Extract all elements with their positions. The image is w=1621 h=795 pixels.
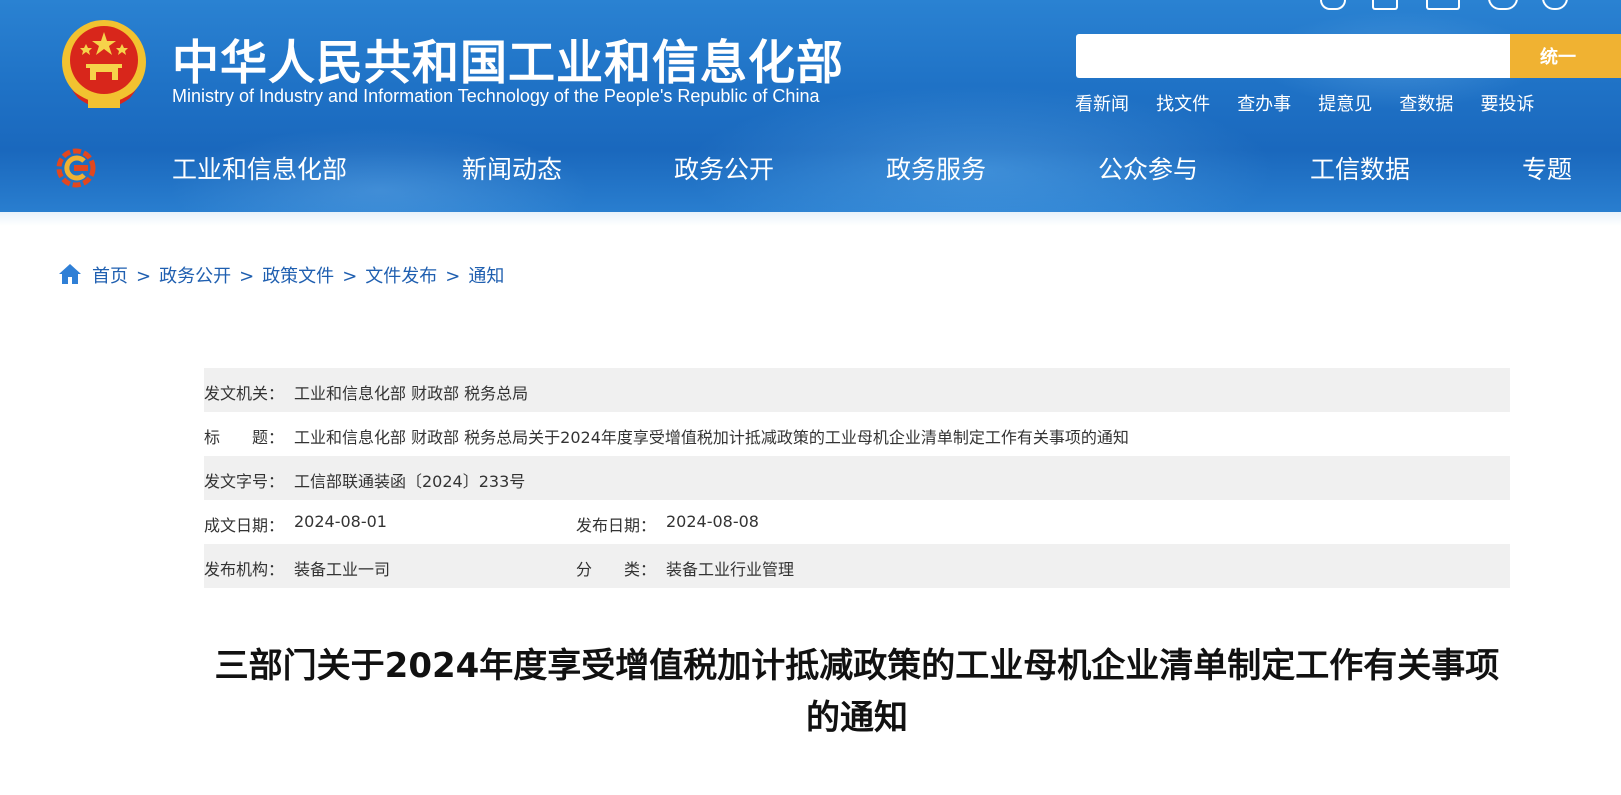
- category-value: 装备工业行业管理: [666, 560, 795, 579]
- site-title: 中华人民共和国工业和信息化部: [172, 36, 844, 91]
- doc-number-value: 工信部联通装函〔2024〕233号: [294, 472, 526, 491]
- publish-date-value: 2024-08-08: [666, 512, 759, 531]
- top-toolbar: [1320, 0, 1621, 10]
- written-date-label: 成文日期：: [204, 516, 285, 535]
- publish-date-label: 发布日期：: [576, 516, 657, 535]
- breadcrumb: 首页 > 政务公开 > 政策文件 > 文件发布 > 通知: [58, 262, 504, 288]
- quick-link-complaint[interactable]: 要投诉: [1480, 94, 1534, 115]
- nav-item-participation[interactable]: 公众参与: [1098, 150, 1198, 186]
- metadata-row-title: 标 题： 工业和信息化部 财政部 税务总局关于2024年度享受增值税加计抵减政策…: [204, 412, 1510, 456]
- site-subtitle: Ministry of Industry and Information Tec…: [172, 86, 820, 106]
- quick-links: 看新闻 找文件 查办事 提意见 查数据 要投诉: [1075, 90, 1556, 116]
- site-header: 中华人民共和国工业和信息化部 Ministry of Industry and …: [0, 0, 1621, 215]
- article-title: 三部门关于2024年度享受增值税加计抵减政策的工业母机企业清单制定工作有关事项的…: [214, 646, 1500, 738]
- home-icon[interactable]: [58, 263, 82, 285]
- written-date-value: 2024-08-01: [294, 512, 387, 531]
- breadcrumb-notice[interactable]: 通知: [468, 266, 504, 287]
- nav-item-data[interactable]: 工信数据: [1310, 150, 1410, 186]
- agency-value: 装备工业一司: [294, 560, 391, 579]
- nav-item-disclosure[interactable]: 政务公开: [674, 150, 774, 186]
- breadcrumb-separator: >: [342, 266, 358, 287]
- quick-link-news[interactable]: 看新闻: [1075, 94, 1129, 115]
- nav-item-news[interactable]: 新闻动态: [462, 150, 562, 186]
- main-nav: 工业和信息化部 新闻动态 政务公开 政务服务 公众参与 工信数据 专题: [0, 150, 1621, 190]
- doc-number-label: 发文字号：: [204, 472, 285, 491]
- nav-item-services[interactable]: 政务服务: [886, 150, 986, 186]
- issuer-value: 工业和信息化部 财政部 税务总局: [294, 384, 529, 403]
- metadata-row-dates: 成文日期： 2024-08-01 发布日期： 2024-08-08: [204, 500, 1510, 544]
- nav-item-ministry[interactable]: 工业和信息化部: [172, 150, 347, 186]
- metadata-row-issuer: 发文机关： 工业和信息化部 财政部 税务总局: [204, 368, 1510, 412]
- accessibility-icon[interactable]: [1542, 0, 1568, 10]
- breadcrumb-separator: >: [239, 266, 255, 287]
- quick-link-feedback[interactable]: 提意见: [1318, 94, 1372, 115]
- quick-link-data[interactable]: 查数据: [1399, 94, 1453, 115]
- nav-item-topics[interactable]: 专题: [1522, 150, 1572, 186]
- metadata-row-doc-number: 发文字号： 工信部联通装函〔2024〕233号: [204, 456, 1510, 500]
- category-label: 分 类：: [576, 560, 657, 579]
- title-label: 标 题：: [204, 428, 285, 447]
- metadata-row-agency: 发布机构： 装备工业一司 分 类： 装备工业行业管理: [204, 544, 1510, 588]
- national-emblem-icon: [62, 20, 146, 108]
- mail-icon[interactable]: [1426, 0, 1460, 10]
- user-icon[interactable]: [1320, 0, 1346, 10]
- breadcrumb-separator: >: [136, 266, 152, 287]
- breadcrumb-separator: >: [445, 266, 461, 287]
- agency-label: 发布机构：: [204, 560, 285, 579]
- mobile-icon[interactable]: [1372, 0, 1398, 10]
- weibo-icon[interactable]: [1488, 0, 1518, 10]
- document-metadata: 发文机关： 工业和信息化部 财政部 税务总局 标 题： 工业和信息化部 财政部 …: [204, 368, 1510, 588]
- quick-link-files[interactable]: 找文件: [1156, 94, 1210, 115]
- breadcrumb-file-release[interactable]: 文件发布: [365, 266, 437, 287]
- header-divider: [0, 212, 1621, 226]
- breadcrumb-policy-files[interactable]: 政策文件: [262, 266, 334, 287]
- issuer-label: 发文机关：: [204, 384, 285, 403]
- breadcrumb-disclosure[interactable]: 政务公开: [159, 266, 231, 287]
- breadcrumb-home[interactable]: 首页: [92, 266, 128, 287]
- search-button[interactable]: 统一: [1510, 34, 1621, 78]
- quick-link-services[interactable]: 查办事: [1237, 94, 1291, 115]
- search-input[interactable]: [1076, 34, 1510, 78]
- title-value: 工业和信息化部 财政部 税务总局关于2024年度享受增值税加计抵减政策的工业母机…: [294, 428, 1129, 447]
